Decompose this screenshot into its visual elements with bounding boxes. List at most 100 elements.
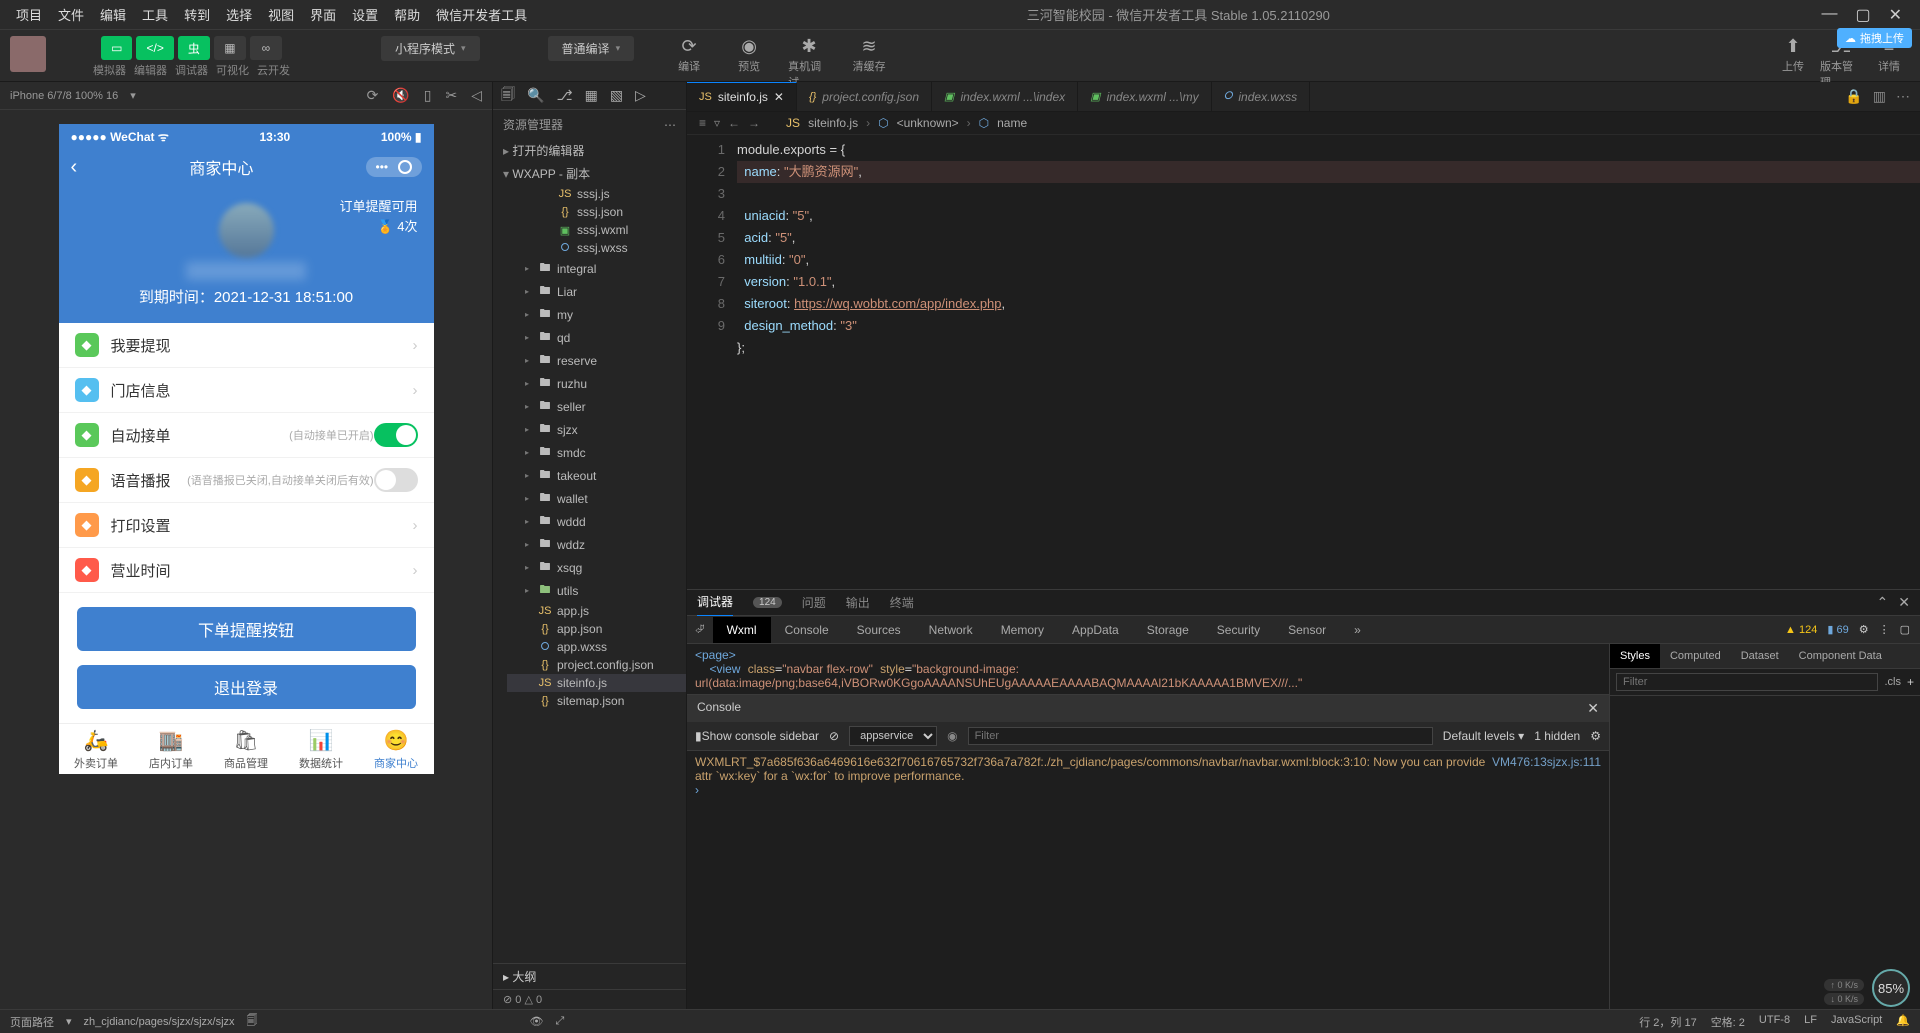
console-close[interactable]: ✕ bbox=[1587, 700, 1599, 717]
tabbar-item[interactable]: 🛍商品管理 bbox=[209, 724, 284, 774]
clear-console-icon[interactable]: ⊘ bbox=[829, 729, 839, 743]
toggle-on[interactable] bbox=[374, 423, 418, 447]
cls-toggle[interactable]: .cls bbox=[1884, 676, 1901, 688]
dt-sensor[interactable]: Sensor bbox=[1274, 617, 1340, 643]
section-project[interactable]: WXAPP - 副本 bbox=[493, 162, 686, 185]
device-select[interactable]: iPhone 6/7/8 100% 16 bbox=[10, 90, 118, 102]
tree-file[interactable]: {}sitemap.json bbox=[507, 692, 686, 710]
menu-goto[interactable]: 转到 bbox=[176, 5, 218, 24]
bell-icon[interactable]: 🔔 bbox=[1896, 1014, 1910, 1030]
dt-network[interactable]: Network bbox=[915, 617, 987, 643]
editor-tab[interactable]: {}project.config.json bbox=[797, 82, 932, 111]
nav-back[interactable]: ← bbox=[728, 116, 740, 130]
toggle-off[interactable] bbox=[374, 468, 418, 492]
tabbar-item[interactable]: 😊商家中心 bbox=[359, 724, 434, 774]
dt-security[interactable]: Security bbox=[1203, 617, 1274, 643]
btn-editor[interactable]: </> bbox=[136, 36, 173, 60]
tree-folder[interactable]: 🖿takeout bbox=[507, 464, 686, 487]
nav-back-icon[interactable]: ‹ bbox=[71, 156, 78, 179]
dbg-tab-output[interactable]: 输出 bbox=[846, 594, 870, 611]
btn-cloud[interactable]: ∞ bbox=[250, 36, 282, 60]
outline-section[interactable]: ▸ 大纲 bbox=[493, 963, 686, 989]
dt-sources[interactable]: Sources bbox=[843, 617, 915, 643]
run-icon[interactable]: ▷ bbox=[635, 87, 646, 104]
more-icon[interactable]: ⋯ bbox=[664, 118, 676, 132]
tree-folder[interactable]: 🖿Liar bbox=[507, 280, 686, 303]
editor-tab[interactable]: ▣index.wxml ...\index bbox=[932, 82, 1078, 111]
editor-tab[interactable]: JSsiteinfo.js✕ bbox=[687, 82, 797, 111]
tree-folder[interactable]: 🖿utils bbox=[507, 579, 686, 602]
eol[interactable]: LF bbox=[1804, 1014, 1817, 1030]
cursor-pos[interactable]: 行 2，列 17 bbox=[1639, 1014, 1696, 1030]
collapse-icon[interactable]: ⌃ bbox=[1877, 594, 1889, 611]
list-item[interactable]: ◆语音播报(语音播报已关闭,自动接单关闭后有效) bbox=[59, 458, 434, 503]
list-item[interactable]: ◆自动接单(自动接单已开启) bbox=[59, 413, 434, 458]
git-icon[interactable]: ⎇ bbox=[556, 87, 572, 104]
inspect-icon[interactable]: ⮰ bbox=[687, 622, 713, 637]
tree-file[interactable]: ▣sssj.wxml bbox=[507, 221, 686, 239]
tabbar-item[interactable]: 🏬店内订单 bbox=[134, 724, 209, 774]
menu-edit[interactable]: 编辑 bbox=[92, 5, 134, 24]
console-sidebar-toggle[interactable]: ▮Show console sidebar bbox=[695, 729, 819, 743]
tree-folder[interactable]: 🖿sjzx bbox=[507, 418, 686, 441]
styles-filter-input[interactable] bbox=[1616, 673, 1878, 691]
maximize-icon[interactable]: ▢ bbox=[1855, 5, 1870, 25]
visibility-icon[interactable]: 👁 bbox=[530, 1015, 544, 1028]
ext2-icon[interactable]: ▧ bbox=[610, 87, 623, 104]
btn-debugger[interactable]: 虫 bbox=[178, 36, 210, 60]
editor-tab[interactable]: ⭘index.wxss bbox=[1212, 82, 1311, 111]
close-panel-icon[interactable]: ✕ bbox=[1898, 594, 1910, 611]
info-count[interactable]: ▮ 69 bbox=[1827, 623, 1848, 636]
btn-simulator[interactable]: ▭ bbox=[101, 36, 132, 60]
nav-fwd[interactable]: → bbox=[748, 116, 760, 130]
st-dataset[interactable]: Dataset bbox=[1731, 644, 1789, 668]
eye-icon[interactable]: ◉ bbox=[947, 729, 957, 743]
code-editor[interactable]: 123456789 module.exports = { name: "大鹏资源… bbox=[687, 135, 1920, 589]
tree-file[interactable]: {}project.config.json bbox=[507, 656, 686, 674]
list-item[interactable]: ◆我要提现› bbox=[59, 323, 434, 368]
menu-tools[interactable]: 工具 bbox=[134, 5, 176, 24]
lock-icon[interactable]: 🔒 bbox=[1845, 88, 1862, 105]
close-tab-icon[interactable]: ✕ bbox=[774, 90, 784, 104]
dbg-tab-problems[interactable]: 问题 bbox=[802, 594, 826, 611]
lang-mode[interactable]: JavaScript bbox=[1831, 1014, 1882, 1030]
dt-memory[interactable]: Memory bbox=[987, 617, 1058, 643]
minimize-icon[interactable]: — bbox=[1821, 5, 1837, 25]
mute-icon[interactable]: 🔇 bbox=[392, 87, 409, 104]
dt-console[interactable]: Console bbox=[771, 617, 843, 643]
upload-badge[interactable]: ☁拖拽上传 bbox=[1837, 28, 1912, 48]
menu-file[interactable]: 文件 bbox=[50, 5, 92, 24]
list-item[interactable]: ◆打印设置› bbox=[59, 503, 434, 548]
dt-wxml[interactable]: Wxml bbox=[713, 617, 771, 643]
files-icon[interactable]: 🗐 bbox=[501, 84, 515, 108]
page-path[interactable]: zh_cjdianc/pages/sjzx/sjzx/sjzx bbox=[84, 1016, 235, 1028]
menu-view[interactable]: 视图 bbox=[260, 5, 302, 24]
dt-more[interactable]: » bbox=[1340, 617, 1375, 643]
editor-tab[interactable]: ▣index.wxml ...\my bbox=[1078, 82, 1211, 111]
capsule-buttons[interactable]: ••• bbox=[366, 157, 422, 177]
copy-path-icon[interactable]: 🗐 bbox=[247, 1012, 258, 1031]
tree-file[interactable]: JSsiteinfo.js bbox=[507, 674, 686, 692]
device-icon[interactable]: ▯ bbox=[424, 87, 432, 104]
add-style-icon[interactable]: + bbox=[1907, 675, 1914, 689]
tree-file[interactable]: ⭘app.wxss bbox=[507, 638, 686, 656]
tree-folder[interactable]: 🖿wddz bbox=[507, 533, 686, 556]
tree-folder[interactable]: 🖿my bbox=[507, 303, 686, 326]
console-filter[interactable] bbox=[968, 727, 1433, 745]
more-tabs-icon[interactable]: ⋯ bbox=[1896, 88, 1910, 105]
menu-ui[interactable]: 界面 bbox=[302, 5, 344, 24]
kebab-icon[interactable]: ⋮ bbox=[1879, 623, 1890, 636]
close-window-icon[interactable]: ✕ bbox=[1889, 5, 1902, 25]
menu-select[interactable]: 选择 bbox=[218, 5, 260, 24]
compile-select[interactable]: 普通编译 bbox=[548, 36, 635, 61]
st-compdata[interactable]: Component Data bbox=[1789, 644, 1892, 668]
expand-icon[interactable]: ⤢ bbox=[556, 1015, 565, 1028]
ext-icon[interactable]: ▦ bbox=[585, 87, 598, 104]
list-item[interactable]: ◆门店信息› bbox=[59, 368, 434, 413]
back-icon[interactable]: ◁ bbox=[471, 87, 482, 104]
dt-appdata[interactable]: AppData bbox=[1058, 617, 1133, 643]
context-select[interactable]: appservice bbox=[849, 726, 937, 746]
tree-file[interactable]: JSsssj.js bbox=[507, 185, 686, 203]
tree-folder[interactable]: 🖿wallet bbox=[507, 487, 686, 510]
tree-folder[interactable]: 🖿integral bbox=[507, 257, 686, 280]
